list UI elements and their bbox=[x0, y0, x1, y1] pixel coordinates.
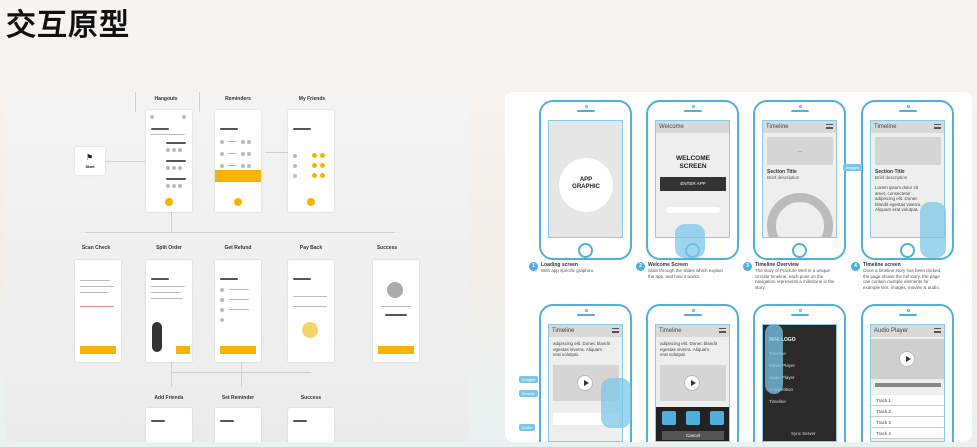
caption-description: The story of Fracture Well in a unique c… bbox=[755, 268, 835, 290]
wireframe-phone-loading[interactable]: APP GRAPHIC bbox=[539, 100, 632, 260]
image-placeholder bbox=[875, 137, 941, 165]
node-label-add-friends: Add Friends bbox=[154, 395, 184, 401]
audio-tag: Audio bbox=[519, 424, 536, 431]
flag-icon: ⚑ bbox=[86, 153, 94, 162]
user-flow-panel: ⚑ Start Hangouts Reminders My Friends Sc… bbox=[5, 92, 469, 442]
flow-connector bbox=[199, 92, 200, 112]
mail-icon[interactable] bbox=[662, 411, 676, 425]
section-description: Brief description bbox=[875, 175, 908, 180]
flow-connector bbox=[171, 210, 172, 232]
circular-timeline[interactable] bbox=[767, 193, 833, 237]
gesture-hand bbox=[765, 324, 783, 394]
caption-number: 3 bbox=[743, 262, 752, 271]
movies-tag: Movies bbox=[519, 390, 538, 397]
screen-success[interactable] bbox=[373, 260, 419, 362]
screen-get-refund[interactable] bbox=[215, 260, 261, 362]
node-label-hangouts: Hangouts bbox=[154, 96, 178, 102]
screen-set-reminder[interactable] bbox=[215, 408, 261, 442]
images-tag: Images bbox=[843, 164, 863, 171]
caption-description: Slide through the slides which explain t… bbox=[648, 268, 724, 279]
caption-description: With app specific graphics. bbox=[541, 268, 595, 273]
twitter-icon[interactable] bbox=[686, 411, 700, 425]
menu-icon[interactable] bbox=[612, 328, 619, 333]
track-row[interactable]: Track 4 bbox=[871, 428, 944, 439]
cancel-button[interactable]: Cancel bbox=[662, 431, 724, 440]
play-icon[interactable] bbox=[577, 375, 593, 391]
node-label-pay-back: Pay Back bbox=[299, 245, 323, 251]
node-label-my-friends: My Friends bbox=[298, 96, 326, 102]
start-label: Start bbox=[85, 164, 95, 169]
track-row[interactable]: Track 3 bbox=[871, 417, 944, 428]
wireframe-phone-audio-player[interactable]: Audio Player Track 1 Track 2 Track 3 Tra… bbox=[861, 304, 954, 442]
menu-icon[interactable] bbox=[826, 124, 833, 129]
node-label-success: Success bbox=[376, 245, 398, 251]
screen-title: Welcome bbox=[659, 124, 684, 130]
screen-reminders[interactable] bbox=[215, 110, 261, 212]
sync-server-button[interactable]: Sync Server bbox=[791, 431, 816, 436]
gesture-hand bbox=[601, 378, 631, 428]
images-tag: Images bbox=[519, 376, 539, 383]
screen-split-order[interactable] bbox=[146, 260, 192, 362]
body-text: adipiscing elit. Donec blandit egestas v… bbox=[553, 341, 611, 357]
progress-bar[interactable] bbox=[875, 383, 941, 387]
node-label-success-final: Success bbox=[300, 395, 322, 401]
node-label-set-reminder: Set Reminder bbox=[221, 395, 255, 401]
screen-title: Timeline bbox=[659, 328, 682, 334]
node-label-scan-check: Scan Check bbox=[81, 245, 111, 251]
flow-connector bbox=[105, 161, 145, 162]
play-icon[interactable] bbox=[684, 375, 700, 391]
welcome-text: WELCOME SCREEN bbox=[676, 155, 710, 170]
node-label-get-refund: Get Refund bbox=[224, 245, 252, 251]
screen-hangouts[interactable] bbox=[146, 110, 192, 212]
screen-pay-back[interactable] bbox=[288, 260, 334, 362]
track-row[interactable]: Track 2 bbox=[871, 406, 944, 417]
screen-scan-check[interactable] bbox=[75, 260, 121, 362]
section-description: Brief description bbox=[767, 175, 800, 180]
enter-app-button[interactable]: ENTER APP bbox=[660, 177, 726, 191]
body-text: adipiscing elit. Donec blandit egestas v… bbox=[660, 341, 718, 357]
node-label-reminders: Reminders bbox=[225, 96, 251, 102]
wireframes-panel: APP GRAPHIC 1 Loading screen With app sp… bbox=[505, 92, 972, 442]
caption-number: 4 bbox=[851, 262, 860, 271]
start-node[interactable]: ⚑ Start bbox=[75, 147, 105, 175]
flow-connector bbox=[265, 152, 290, 153]
flow-connector bbox=[85, 232, 395, 233]
menu-icon[interactable] bbox=[719, 328, 726, 333]
slide-indicator[interactable] bbox=[666, 207, 720, 213]
node-label-split-order: Split Order bbox=[156, 245, 182, 251]
gesture-hand bbox=[675, 224, 705, 258]
screen-title: Timeline bbox=[552, 328, 575, 334]
wireframe-phone-timeline-overview[interactable]: Timeline ↔ Section Title Brief descripti… bbox=[753, 100, 846, 260]
flow-connector bbox=[135, 92, 136, 112]
body-text: Lorem ipsum dolor sit amet, consectetur … bbox=[875, 185, 922, 212]
facebook-icon[interactable] bbox=[710, 411, 724, 425]
screen-success-final[interactable] bbox=[288, 408, 334, 442]
caption-number: 2 bbox=[636, 262, 645, 271]
page-title: 交互原型 bbox=[6, 8, 130, 43]
caption-number: 1 bbox=[529, 262, 538, 271]
menu-item-timeline-2[interactable]: Timeline bbox=[769, 399, 786, 404]
track-row[interactable]: Track 1 bbox=[871, 395, 944, 406]
wireframe-phone-share[interactable]: Timeline adipiscing elit. Donec blandit … bbox=[646, 304, 739, 442]
image-placeholder: ↔ bbox=[767, 137, 833, 165]
play-icon[interactable] bbox=[899, 351, 915, 367]
app-graphic-text: APP GRAPHIC bbox=[572, 177, 600, 190]
gesture-hand bbox=[920, 202, 946, 258]
screen-add-friends[interactable] bbox=[146, 408, 192, 442]
flow-connector bbox=[171, 372, 311, 373]
screen-title: Timeline bbox=[874, 124, 897, 130]
screen-title: Audio Player bbox=[874, 328, 909, 334]
screen-my-friends[interactable] bbox=[288, 110, 334, 212]
menu-icon[interactable] bbox=[934, 124, 941, 129]
screen-title: Timeline bbox=[766, 124, 789, 130]
menu-icon[interactable] bbox=[934, 328, 941, 333]
caption-description: Once a timeline story has been clicked, … bbox=[863, 268, 942, 290]
